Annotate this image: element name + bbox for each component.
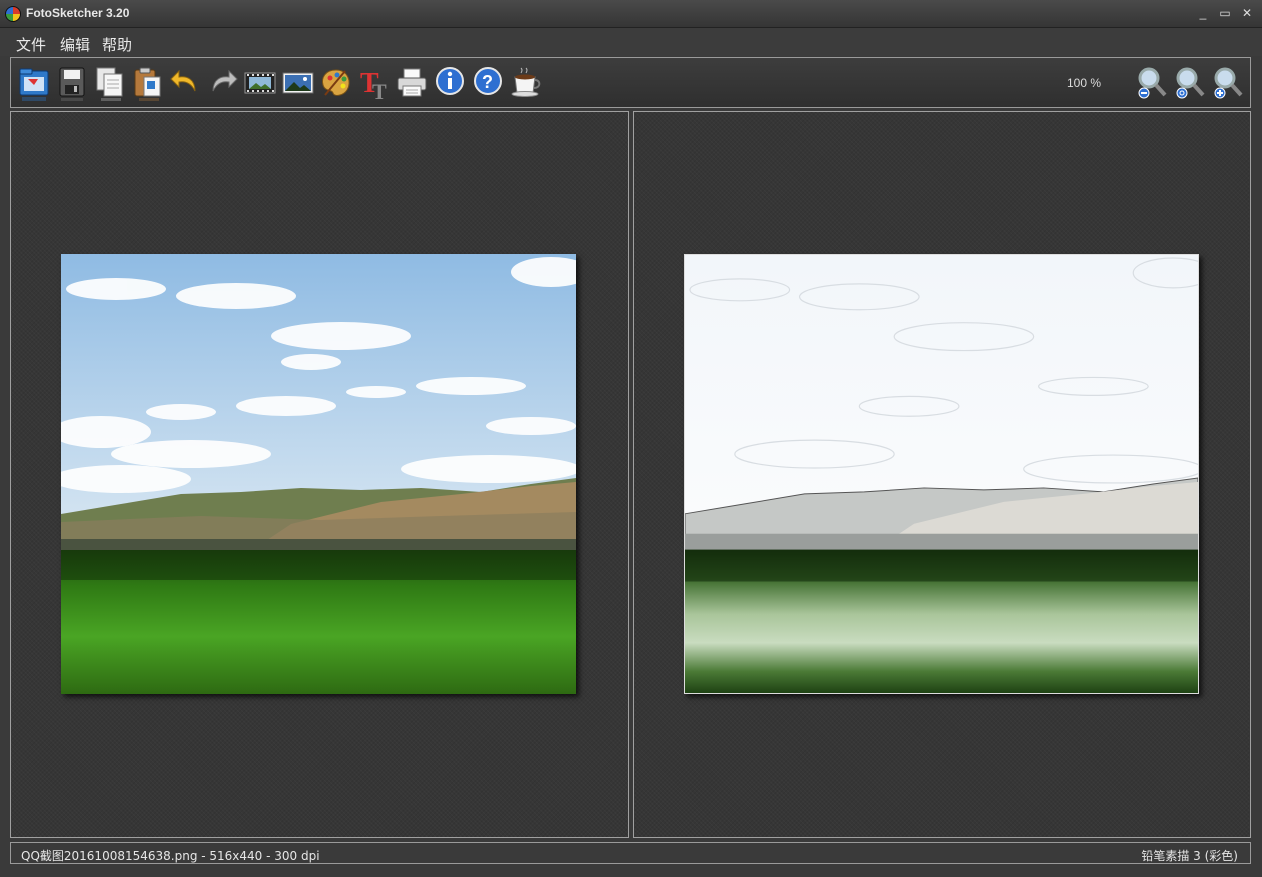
title-bar: FotoSketcher 3.20 _ ▭ ✕ bbox=[0, 0, 1262, 28]
info-icon bbox=[436, 67, 464, 95]
add-text-button[interactable]: T T bbox=[357, 65, 391, 104]
status-bar: QQ截图20161008154638.png - 516x440 - 300 d… bbox=[10, 842, 1251, 864]
menu-file[interactable]: 文件 bbox=[16, 34, 46, 55]
close-button[interactable]: ✕ bbox=[1237, 4, 1257, 22]
menu-bar: 文件 编辑 帮助 bbox=[0, 28, 1262, 56]
zoom-reset-button[interactable] bbox=[1173, 65, 1207, 103]
svg-text:?: ? bbox=[482, 72, 493, 92]
minimize-button[interactable]: _ bbox=[1193, 4, 1213, 22]
picture-button[interactable] bbox=[281, 65, 315, 103]
save-disk-icon bbox=[59, 67, 85, 101]
copy-icon bbox=[96, 67, 123, 101]
paste-button[interactable] bbox=[131, 65, 165, 103]
open-folder-icon bbox=[19, 68, 49, 101]
zoom-reset-icon bbox=[1176, 67, 1205, 99]
painting-effect-button[interactable] bbox=[319, 65, 353, 103]
redo-button[interactable] bbox=[205, 65, 239, 103]
text-tool-icon: T T bbox=[360, 68, 387, 104]
paste-icon bbox=[134, 67, 161, 101]
help-button[interactable]: ? bbox=[471, 65, 505, 103]
zoom-in-icon bbox=[1214, 67, 1243, 99]
sketch-photo bbox=[684, 254, 1199, 694]
donate-button[interactable] bbox=[509, 65, 543, 103]
open-file-button[interactable] bbox=[17, 65, 51, 103]
status-effect-name: 铅笔素描 3 (彩色) bbox=[1141, 849, 1238, 863]
undo-arrow-icon bbox=[170, 69, 196, 92]
window-title: FotoSketcher 3.20 bbox=[26, 6, 130, 20]
picture-icon bbox=[282, 72, 314, 94]
undo-button[interactable] bbox=[169, 65, 203, 103]
toolbar: T T ? 100 % bbox=[10, 57, 1251, 108]
save-button[interactable] bbox=[55, 65, 89, 103]
maximize-button[interactable]: ▭ bbox=[1215, 4, 1235, 22]
filmstrip-icon bbox=[244, 72, 276, 94]
sketch-result-panel[interactable] bbox=[633, 111, 1251, 838]
status-file-info: QQ截图20161008154638.png - 516x440 - 300 d… bbox=[21, 849, 320, 863]
svg-text:T: T bbox=[372, 79, 387, 103]
redo-arrow-icon bbox=[212, 69, 238, 92]
printer-icon bbox=[397, 68, 427, 97]
original-image-panel[interactable] bbox=[10, 111, 629, 838]
zoom-level: 100 % bbox=[1067, 76, 1102, 90]
print-button[interactable] bbox=[395, 65, 429, 103]
coffee-cup-icon bbox=[511, 67, 541, 97]
help-icon: ? bbox=[474, 67, 502, 95]
app-logo-icon bbox=[5, 6, 21, 22]
copy-button[interactable] bbox=[93, 65, 127, 103]
menu-help[interactable]: 帮助 bbox=[102, 34, 132, 55]
zoom-in-button[interactable] bbox=[1211, 65, 1245, 103]
palette-icon bbox=[322, 69, 350, 96]
info-button[interactable] bbox=[433, 65, 467, 103]
zoom-out-icon bbox=[1138, 67, 1167, 99]
zoom-out-button[interactable] bbox=[1135, 65, 1169, 103]
original-photo bbox=[61, 254, 576, 694]
menu-edit[interactable]: 编辑 bbox=[60, 34, 90, 55]
batch-process-button[interactable] bbox=[243, 65, 277, 103]
